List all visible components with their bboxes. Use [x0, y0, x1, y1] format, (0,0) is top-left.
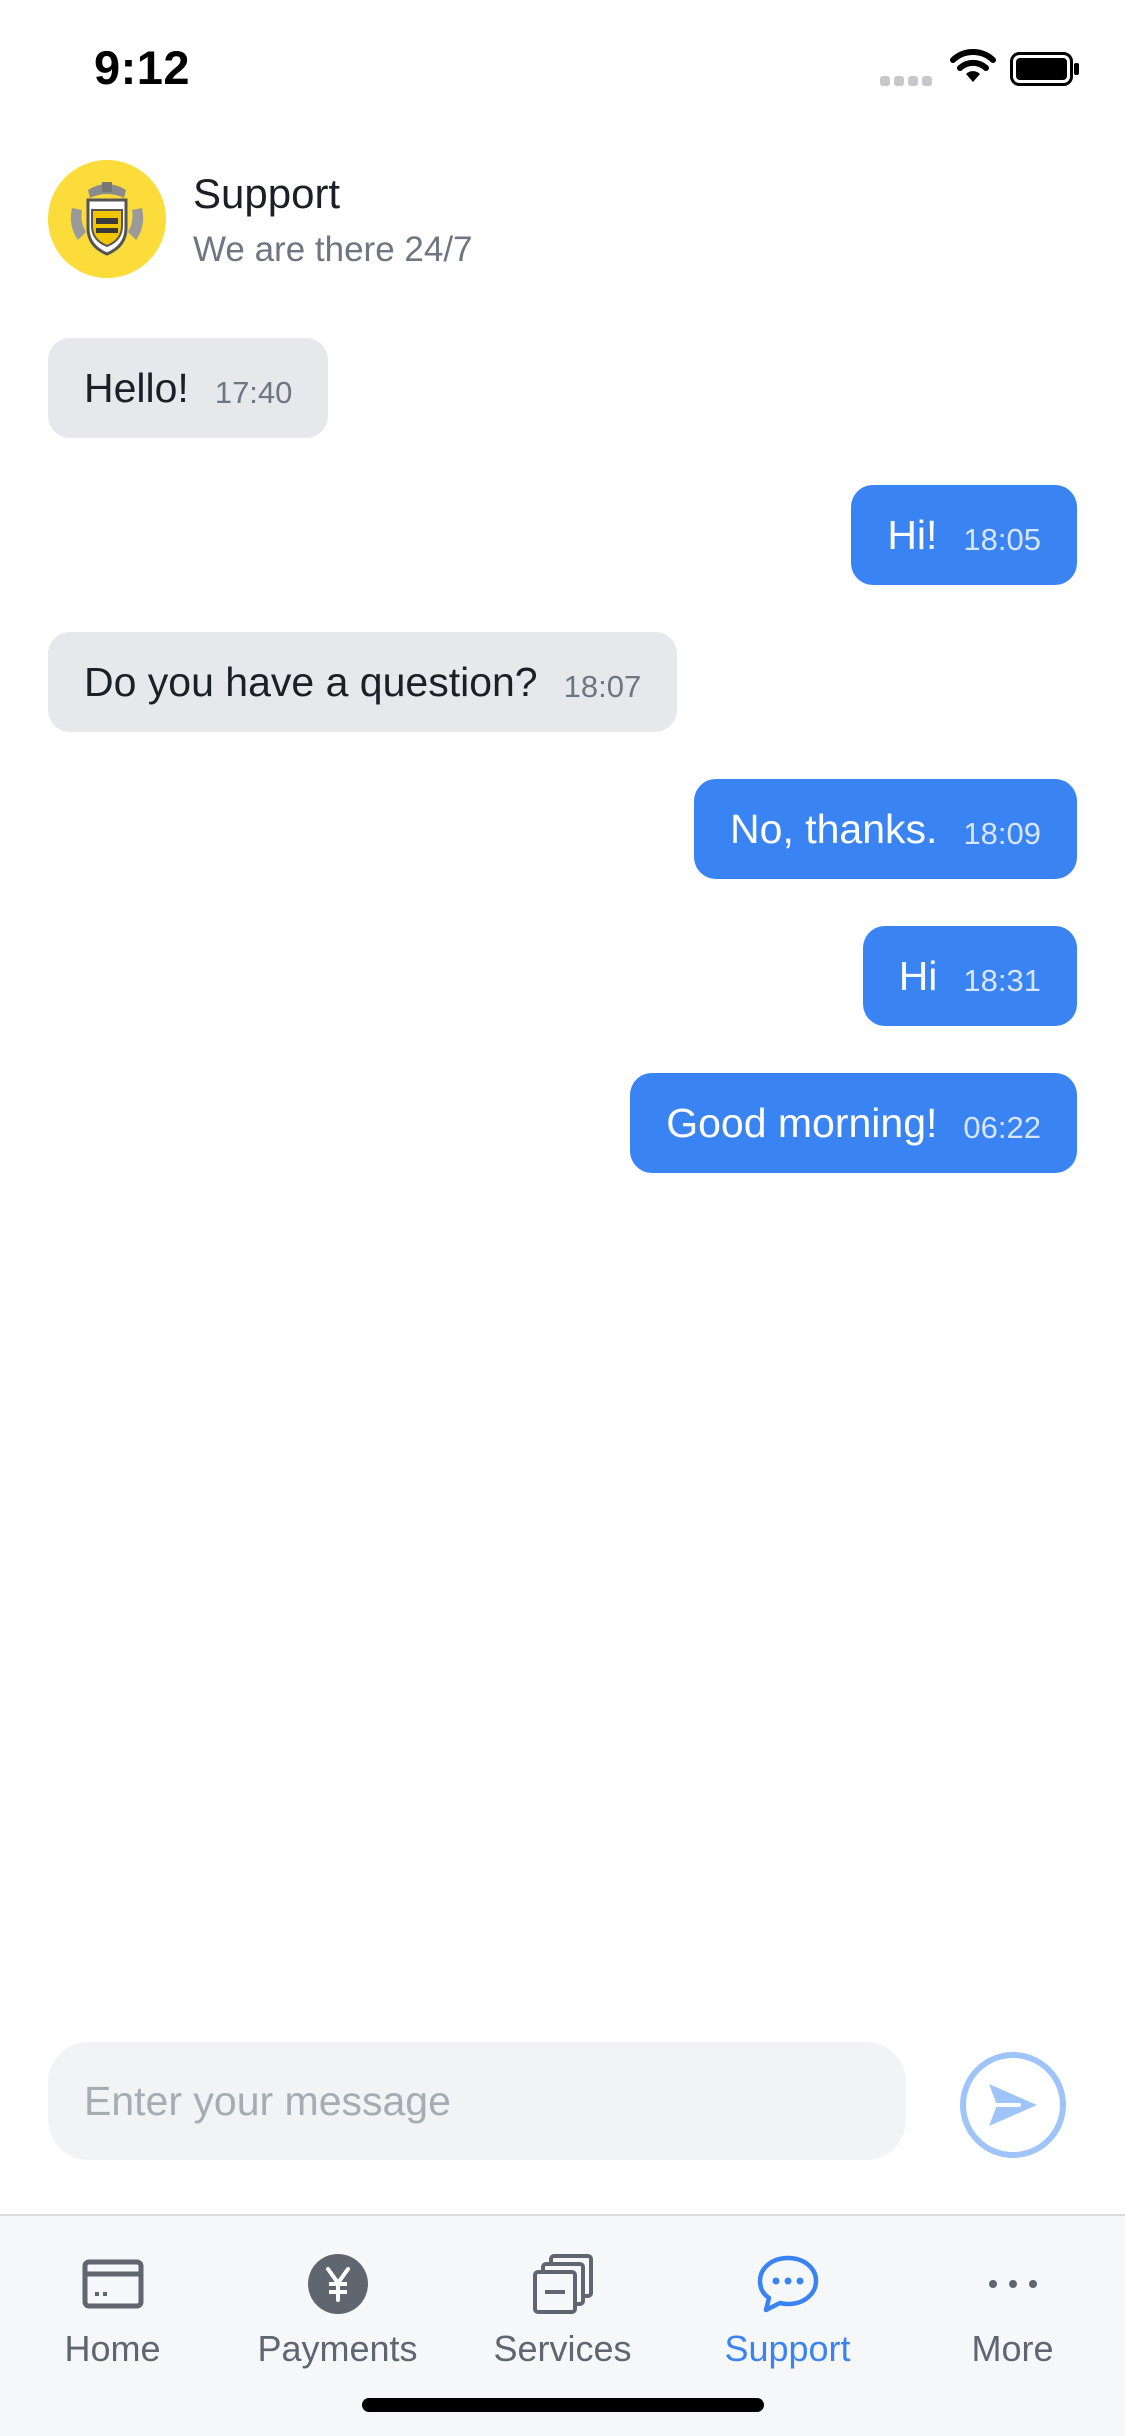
wifi-icon	[950, 49, 996, 82]
stacked-cards-icon	[531, 2252, 595, 2316]
message-text: No, thanks.	[730, 805, 938, 852]
tab-payments[interactable]: Payments	[225, 2216, 450, 2396]
more-dots-icon	[981, 2252, 1045, 2316]
message-row: No, thanks. 18:09	[48, 779, 1077, 879]
bank-crest-logo	[48, 160, 166, 278]
tab-label: Support	[724, 2328, 851, 2369]
message-time: 06:22	[963, 1110, 1041, 1145]
outgoing-message-bubble[interactable]: Good morning! 06:22	[630, 1073, 1077, 1173]
outgoing-message-bubble[interactable]: Hi 18:31	[862, 926, 1077, 1026]
send-icon	[989, 2084, 1037, 2126]
tab-home[interactable]: Home	[0, 2216, 225, 2396]
header-title: Support	[193, 170, 341, 217]
message-text: Hi	[898, 952, 938, 999]
incoming-message-bubble[interactable]: Do you have a question? 18:07	[48, 632, 678, 732]
tab-label: Home	[64, 2328, 161, 2369]
status-bar: 9:12	[0, 0, 1125, 132]
tab-label: More	[971, 2328, 1054, 2369]
tab-label: Services	[493, 2328, 632, 2369]
message-text: Hello!	[84, 364, 189, 411]
tab-more[interactable]: More	[900, 2216, 1125, 2396]
outgoing-message-bubble[interactable]: Hi! 18:05	[851, 485, 1077, 585]
home-indicator[interactable]	[362, 2398, 764, 2412]
support-avatar	[48, 160, 166, 278]
message-row: Hi! 18:05	[48, 485, 1077, 585]
card-icon	[81, 2252, 145, 2316]
message-row: Do you have a question? 18:07	[48, 632, 1077, 732]
cellular-signal-icon	[880, 76, 934, 86]
message-time: 18:07	[563, 669, 642, 704]
chat-screen: 9:12 Support We are there 24/7 Hello! 17…	[0, 0, 1125, 2436]
message-row: Hello! 17:40	[48, 338, 1077, 438]
tab-support[interactable]: Support	[675, 2216, 900, 2396]
status-time: 9:12	[94, 41, 191, 94]
send-button[interactable]	[960, 2052, 1066, 2158]
message-text: Hi!	[887, 511, 938, 558]
message-input[interactable]	[48, 2042, 906, 2160]
message-text: Do you have a question?	[84, 658, 538, 705]
outgoing-message-bubble[interactable]: No, thanks. 18:09	[694, 779, 1077, 879]
message-time: 18:09	[963, 816, 1041, 851]
chat-bubble-icon	[756, 2252, 820, 2316]
message-time: 17:40	[214, 375, 293, 410]
yen-coin-icon	[306, 2252, 370, 2316]
header-subtitle: We are there 24/7	[193, 230, 473, 269]
battery-icon	[1010, 52, 1079, 86]
chat-header: Support We are there 24/7	[0, 158, 1125, 278]
message-time: 18:05	[963, 522, 1041, 557]
tab-label: Payments	[257, 2328, 418, 2369]
message-text: Good morning!	[666, 1099, 938, 1146]
message-composer	[0, 2040, 1125, 2160]
message-row: Hi 18:31	[48, 926, 1077, 1026]
message-row: Good morning! 06:22	[48, 1073, 1077, 1173]
message-time: 18:31	[963, 963, 1041, 998]
tab-services[interactable]: Services	[450, 2216, 675, 2396]
incoming-message-bubble[interactable]: Hello! 17:40	[48, 338, 329, 438]
